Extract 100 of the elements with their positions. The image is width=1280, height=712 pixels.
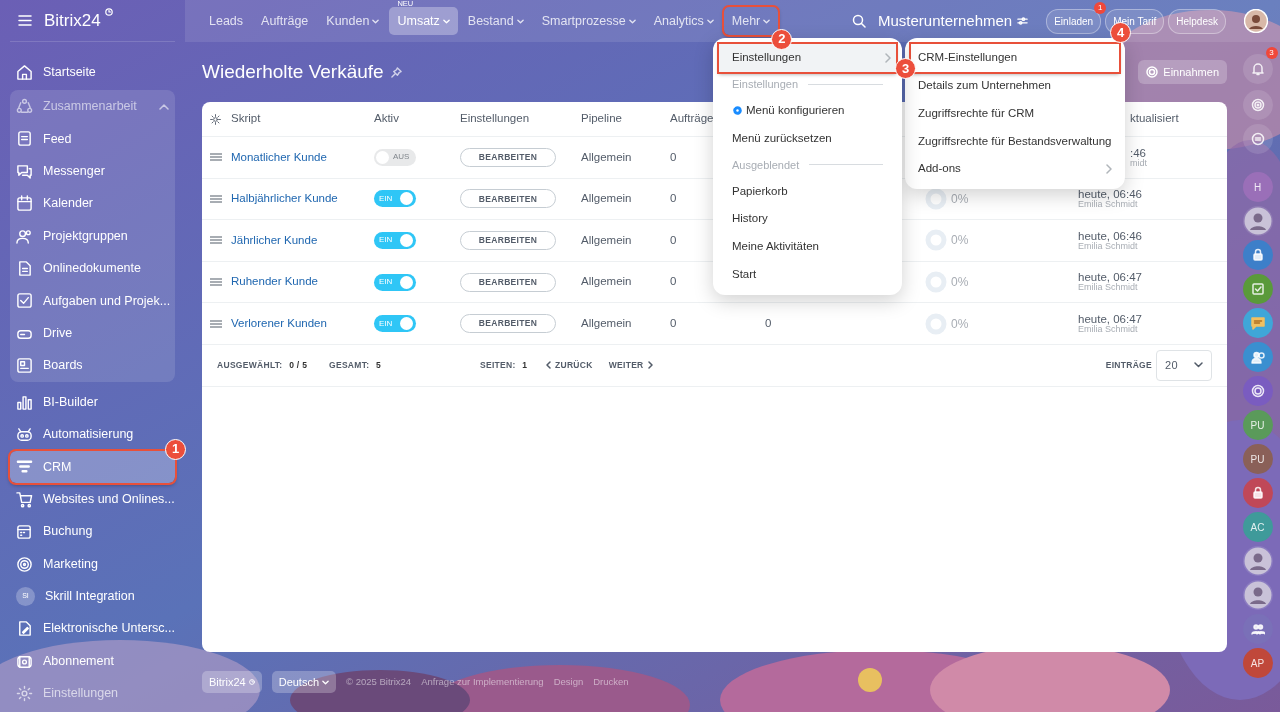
header-button[interactable]: Helpdesk (1168, 8, 1226, 34)
sidebar-item[interactable]: Feed (10, 122, 175, 156)
chevron-down-icon (372, 18, 380, 24)
script-link[interactable]: Verlorener Kunden (231, 315, 327, 333)
script-link[interactable]: Monatlicher Kunde (231, 148, 327, 166)
board-icon (16, 357, 33, 375)
search-icon[interactable] (851, 14, 866, 28)
company-name: Musterunternehmen (877, 10, 1013, 31)
bar-chart-icon (16, 393, 33, 411)
nav-tab[interactable]: Umsatz (389, 6, 458, 36)
avatar-icon[interactable] (1243, 581, 1272, 609)
drag-handle-icon (210, 278, 222, 287)
nav-tab[interactable]: Leads (201, 6, 252, 36)
table-cell-text: 0 (670, 232, 677, 248)
chat-icon (16, 162, 33, 180)
sidebar-item[interactable]: Boards (10, 349, 175, 382)
sidebar-item[interactable]: Onlinedokumente (10, 252, 175, 285)
menu-item[interactable]: Zugriffsrechte für Bestandsverwaltung (905, 127, 1125, 156)
prev-link[interactable]: ZURÜCK (546, 359, 593, 372)
column-header[interactable]: Aufträge (670, 110, 714, 128)
menu-item[interactable]: Meine Aktivitäten (713, 233, 902, 261)
column-header[interactable]: ktualisiert (1130, 110, 1179, 128)
footer-label: AUSGEWÄHLT: (217, 360, 283, 371)
edit-button[interactable]: BEARBEITEN (460, 231, 556, 250)
group-header[interactable]: Zusammenarbeit (10, 90, 175, 123)
footer-link[interactable]: Drucken (593, 674, 629, 690)
footer-link[interactable]: Design (553, 674, 584, 690)
menu-icon (18, 15, 32, 26)
sidebar-item[interactable]: Drive (10, 317, 175, 350)
update-author: Emilia Schmidt (1078, 241, 1139, 252)
sliders-icon (1017, 16, 1029, 26)
menu-item[interactable]: Einstellungen (719, 44, 896, 72)
avatar-icon (1244, 9, 1268, 33)
table-cell-text: 0 (670, 191, 677, 207)
chevron-down-icon (322, 679, 330, 685)
nav-tab[interactable]: Analytics (645, 6, 722, 36)
chevron-down-icon (1194, 362, 1203, 369)
notifications-button[interactable] (1242, 54, 1273, 84)
sidebar-item[interactable]: Projektgruppen (10, 219, 175, 253)
sidebar-item[interactable]: Elektronische Untersc... (10, 612, 175, 646)
sidebar-item[interactable]: Messenger (10, 155, 175, 188)
nav-tab[interactable]: Aufträge (253, 6, 317, 36)
logo[interactable]: Bitrix24 (44, 7, 101, 34)
script-link[interactable]: Halbjährlicher Kunde (231, 190, 338, 208)
table-cell-text: Allgemein (581, 232, 632, 248)
edit-button[interactable]: BEARBEITEN (460, 189, 556, 209)
edit-button[interactable]: BEARBEITEN (460, 272, 556, 292)
language-select[interactable]: Deutsch (271, 670, 337, 694)
column-header[interactable]: Aktiv (374, 110, 399, 128)
sidebar-item[interactable]: Marketing (10, 547, 175, 581)
sidebar-item[interactable]: Buchung (10, 515, 175, 548)
menu-item[interactable]: Start (713, 260, 902, 289)
sidebar-item[interactable]: Websites und Onlines... (10, 483, 175, 516)
document-icon (16, 130, 33, 148)
menu-item[interactable]: Menü zurücksetzen (713, 124, 902, 153)
toggle-switch[interactable]: AUS (374, 148, 416, 166)
update-time: heute, 06:47 (1078, 312, 1142, 325)
settings-icon (210, 113, 221, 125)
menu-item[interactable]: Add-ons (905, 155, 1125, 183)
income-button[interactable]: Einnahmen (1138, 59, 1227, 85)
sidebar-item[interactable]: Aufgaben und Projek... (10, 284, 175, 318)
avatar-icon[interactable] (1243, 547, 1272, 575)
script-link[interactable]: Jährlicher Kunde (231, 231, 318, 250)
chevron-down-icon (516, 18, 524, 24)
column-header[interactable]: Skript (231, 110, 261, 128)
menu-item[interactable]: History (713, 205, 902, 233)
avatar-icon[interactable] (1243, 207, 1272, 235)
edit-button[interactable]: BEARBEITEN (460, 314, 556, 334)
checkbox-icon (16, 292, 33, 310)
chevron-down-icon (706, 18, 714, 24)
menu-item[interactable]: Zugriffsrechte für CRM (905, 99, 1125, 128)
chat-icon[interactable] (1250, 132, 1265, 146)
sidebar-item[interactable]: Kalender (10, 187, 175, 220)
sidebar-item[interactable]: Abonnement (10, 645, 175, 678)
sidebar-item[interactable]: Startseite (10, 56, 175, 89)
table-cell-text: 0 (670, 149, 677, 165)
menu-item[interactable]: Papierkorb (713, 177, 902, 206)
menu-item[interactable]: Menü konfigurieren (713, 96, 902, 125)
clock-icon (248, 679, 255, 685)
spiral-icon (1146, 66, 1159, 78)
page-size-select[interactable]: 20 (1156, 349, 1212, 381)
spiral-icon[interactable] (1250, 98, 1265, 112)
chevron-up-icon (159, 103, 169, 110)
chat-icon (1250, 316, 1265, 330)
sidebar-item[interactable]: BI-Builder (10, 385, 175, 419)
nav-tab[interactable]: Smartprozesse (533, 6, 644, 36)
cart-icon (16, 490, 33, 508)
next-link[interactable]: WEITER (608, 359, 653, 372)
settings-icon (732, 105, 743, 117)
column-header[interactable]: Pipeline (581, 110, 622, 128)
nav-tab[interactable]: Bestand (459, 6, 532, 36)
copyright-text: © 2025 Bitrix24 (346, 674, 412, 689)
nav-tab[interactable]: Kunden (318, 6, 388, 36)
calendar-icon (16, 195, 33, 213)
percent-value: 0% (951, 274, 969, 292)
edit-button[interactable]: BEARBEITEN (460, 147, 556, 167)
script-link[interactable]: Ruhender Kunde (231, 273, 318, 291)
column-header[interactable]: Einstellungen (460, 110, 530, 128)
footer-link[interactable]: Anfrage zur Implementierung (421, 674, 544, 690)
update-author: midt (1130, 158, 1147, 169)
